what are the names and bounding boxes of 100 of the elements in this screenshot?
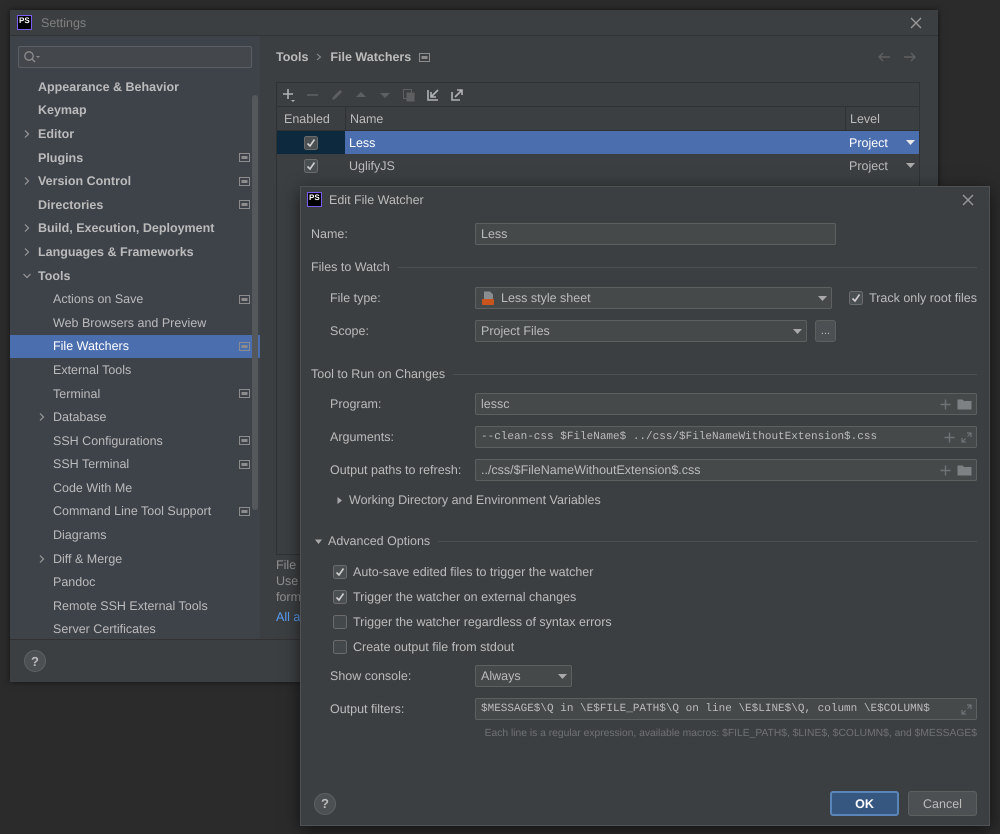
cancel-button[interactable]: Cancel (908, 791, 977, 816)
checkbox[interactable] (333, 565, 347, 579)
chevron-icon (23, 248, 31, 256)
tree-item[interactable]: Keymap (10, 98, 260, 122)
tree-item[interactable]: SSH Configurations (10, 428, 260, 452)
search-field[interactable] (18, 46, 252, 68)
text-field[interactable]: Less (475, 223, 836, 245)
table-row[interactable]: UglifyJS Project (277, 154, 919, 177)
field-label: Output filters: (330, 702, 406, 716)
tree-item[interactable]: Database (10, 405, 260, 429)
import-icon[interactable] (425, 86, 441, 102)
dropdown[interactable]: Project Files (475, 320, 807, 342)
tree-item[interactable]: Server Certificates (10, 618, 260, 639)
caret-icon (906, 163, 915, 168)
level-dropdown[interactable]: Project (845, 131, 919, 154)
checkbox-option[interactable]: Trigger the watcher regardless of syntax errors (311, 612, 977, 632)
table-row[interactable]: Less Project (277, 131, 919, 154)
description-text: Use (276, 573, 298, 589)
dialog-title: Edit File Watcher (329, 192, 425, 206)
section-heading: Files to Watch (311, 260, 390, 274)
ok-button[interactable]: OK (830, 791, 899, 816)
field-label: File type: (330, 291, 382, 305)
help-button[interactable]: ? (314, 792, 336, 814)
text-field[interactable]: --clean-css $FileName$ ../css/$FileNameWithoutExtension$.css (475, 426, 977, 448)
plus-icon (940, 464, 951, 476)
window-title: Settings (41, 16, 88, 30)
help-button[interactable]: ? (24, 650, 46, 672)
checkbox-option[interactable]: Trigger the watcher on external changes (311, 587, 977, 607)
description-text: File (276, 557, 296, 573)
checkbox[interactable] (304, 158, 318, 172)
window-icon (419, 52, 430, 62)
triangle-icon (336, 496, 343, 504)
tree-item[interactable]: File Watchers (10, 334, 260, 358)
field-label: Program: (330, 397, 382, 411)
search-icon (23, 50, 41, 64)
level-dropdown[interactable]: Project (845, 154, 919, 177)
chevron-icon (316, 53, 322, 61)
folder-icon (957, 464, 972, 476)
checkbox[interactable] (333, 640, 347, 654)
dropdown[interactable]: Less style sheet (475, 287, 832, 309)
caret-icon (793, 328, 802, 334)
chevron-icon (23, 224, 31, 232)
tree-item[interactable]: SSH Terminal (10, 452, 260, 476)
field-label: Arguments: (330, 430, 395, 444)
tree-item[interactable]: Pandoc (10, 570, 260, 594)
tree-item[interactable]: Languages & Frameworks (10, 240, 260, 264)
checkbox-option[interactable]: Track only root files (849, 291, 977, 305)
tree-item[interactable]: Code With Me (10, 476, 260, 500)
tree-item[interactable]: Diff & Merge (10, 546, 260, 570)
export-icon[interactable] (449, 86, 465, 102)
app-logo: PS (307, 192, 322, 207)
tree-item[interactable]: Version Control (10, 169, 260, 193)
field-label: Output paths to refresh: (330, 463, 462, 477)
chevron-icon (38, 554, 46, 563)
tree-item[interactable]: Web Browsers and Preview (10, 310, 260, 335)
scrollbar[interactable] (252, 95, 258, 510)
tree-item[interactable]: Tools (10, 264, 260, 288)
checkbox[interactable] (304, 136, 318, 150)
folder-icon (957, 398, 972, 410)
checkbox-option[interactable]: Create output file from stdout (311, 637, 977, 657)
tree-item[interactable]: Terminal (10, 382, 260, 406)
chevron-icon (23, 272, 31, 280)
triangle-icon (315, 538, 322, 544)
file-icon (481, 291, 495, 305)
description-text: form (276, 589, 301, 605)
text-field[interactable]: $MESSAGE$\Q in \E$FILE_PATH$\Q on line \E$LINE$\Q, column \E$COLUMN$ (475, 698, 977, 720)
checkbox[interactable] (333, 590, 347, 604)
table-cell: Less (345, 131, 845, 154)
dropdown[interactable]: Always (475, 665, 572, 687)
collapsible-section[interactable]: Advanced Options (315, 534, 430, 548)
add-icon[interactable] (281, 86, 297, 102)
table-cell-text: UglifyJS (348, 158, 396, 175)
checkbox-option[interactable]: Auto-save edited files to trigger the watcher (311, 562, 977, 582)
close-icon[interactable] (962, 194, 974, 206)
link[interactable]: All a (276, 609, 300, 625)
tree-item[interactable]: Remote SSH External Tools (10, 594, 260, 618)
chevron-icon (38, 413, 46, 422)
checkbox[interactable] (849, 291, 864, 305)
plus-icon (940, 398, 951, 410)
collapsible-section[interactable]: Working Directory and Environment Variables (336, 493, 601, 507)
caret-icon (818, 296, 828, 300)
text-field[interactable]: lessc (475, 393, 977, 415)
tree-item[interactable]: Plugins (10, 146, 260, 170)
plus-icon (944, 432, 955, 442)
tree-item[interactable]: Diagrams (10, 523, 260, 547)
breadcrumb-item[interactable]: Tools (276, 50, 308, 64)
checkbox[interactable] (333, 615, 347, 629)
tree-item[interactable]: Actions on Save (10, 287, 260, 311)
browse-button[interactable]: ... (815, 320, 836, 342)
chevron-icon (23, 177, 31, 186)
tree-item[interactable]: External Tools (10, 358, 260, 382)
breadcrumb-item: File Watchers (330, 50, 412, 64)
tree-item[interactable]: Build, Execution, Deployment (10, 216, 260, 240)
chevron-icon (23, 130, 31, 138)
tree-item[interactable]: Command Line Tool Support (10, 500, 260, 524)
close-icon[interactable] (910, 16, 922, 28)
tree-item[interactable]: Appearance & Behavior (10, 75, 260, 99)
tree-item[interactable]: Editor (10, 122, 260, 146)
tree-item[interactable]: Directories (10, 192, 260, 217)
text-field[interactable]: ../css/$FileNameWithoutExtension$.css (475, 459, 977, 481)
